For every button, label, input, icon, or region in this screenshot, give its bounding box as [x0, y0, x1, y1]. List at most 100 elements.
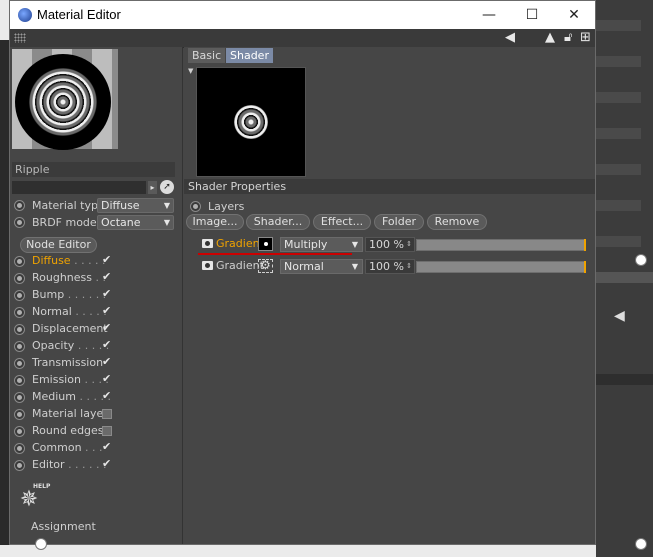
blend-mode-dropdown[interactable]: Normal ▼	[280, 259, 363, 274]
channel-row[interactable]: Diffuse . . . . . ✔	[10, 253, 180, 270]
channel-radio[interactable]	[14, 443, 25, 454]
channel-row[interactable]: Normal . . . . . ✔	[10, 304, 180, 321]
resize-handle[interactable]	[35, 538, 47, 550]
opacity-field[interactable]: 100 % ⇕	[365, 237, 415, 252]
channel-radio[interactable]	[14, 392, 25, 403]
maximize-button[interactable]: ☐	[517, 5, 547, 25]
layer-name[interactable]: Gradient	[216, 259, 264, 272]
checkmark-icon[interactable]: ✔	[102, 441, 112, 452]
visibility-eye-icon[interactable]	[202, 261, 213, 270]
channel-label[interactable]: Emission . . . .	[32, 373, 109, 386]
channel-radio[interactable]	[14, 409, 25, 420]
shader-button[interactable]: Shader...	[246, 214, 310, 230]
resize-handle[interactable]	[635, 254, 647, 266]
material-name-field[interactable]: Ripple	[12, 162, 175, 177]
back-arrow-icon[interactable]: ◀	[505, 30, 515, 46]
layer-row[interactable]: Gradient Normal ▼ 100 % ⇕	[198, 258, 588, 274]
checkmark-icon[interactable]: ✔	[102, 254, 112, 265]
channel-row[interactable]: Round edges	[10, 423, 180, 440]
channel-label[interactable]: Transmission	[32, 356, 103, 369]
opacity-slider[interactable]	[416, 261, 586, 273]
checkmark-icon[interactable]: ✔	[102, 339, 112, 350]
effect-button[interactable]: Effect...	[313, 214, 371, 230]
opacity-slider[interactable]	[416, 239, 586, 251]
close-button[interactable]: ✕	[559, 5, 589, 25]
channel-row[interactable]: Common . . . ✔	[10, 440, 180, 457]
resize-handle[interactable]	[635, 538, 647, 550]
channel-label[interactable]: Roughness . .	[32, 271, 106, 284]
grip-icon[interactable]	[14, 33, 26, 43]
checkmark-icon[interactable]: ✔	[102, 356, 112, 367]
layer-thumbnail-gear-icon[interactable]	[258, 258, 273, 273]
channel-row[interactable]: Material layer	[10, 406, 180, 423]
channel-row[interactable]: Transmission ✔	[10, 355, 180, 372]
channel-radio[interactable]	[14, 426, 25, 437]
channel-label[interactable]: Displacement	[32, 322, 108, 335]
layer-thumbnail[interactable]	[258, 237, 273, 251]
material-type-radio[interactable]	[14, 200, 25, 211]
checkmark-icon[interactable]: ✔	[102, 390, 112, 401]
channel-label[interactable]: Round edges	[32, 424, 104, 437]
assignment-label[interactable]: Assignment	[31, 520, 96, 533]
pick-cursor-icon[interactable]: ➚	[160, 180, 174, 194]
checkmark-icon[interactable]: ✔	[102, 288, 112, 299]
opacity-field[interactable]: 100 % ⇕	[365, 259, 415, 274]
visibility-eye-icon[interactable]	[202, 239, 213, 248]
channel-label[interactable]: Editor . . . . . .	[32, 458, 107, 471]
spinner-icon[interactable]: ⇕	[406, 238, 412, 251]
material-preview[interactable]	[12, 49, 118, 150]
brdf-model-dropdown[interactable]: Octane ▼	[97, 215, 174, 230]
minimize-button[interactable]: —	[474, 5, 504, 25]
node-editor-button[interactable]: Node Editor	[20, 237, 97, 253]
channel-label[interactable]: Medium . . . . .	[32, 390, 111, 403]
path-field[interactable]	[12, 181, 146, 194]
cursor-arrow-icon[interactable]: ▲	[545, 30, 555, 46]
checkmark-icon[interactable]: ✔	[102, 458, 112, 469]
channel-radio[interactable]	[14, 256, 25, 267]
channel-row[interactable]: Bump . . . . . . ✔	[10, 287, 180, 304]
channel-row[interactable]: Displacement ✔	[10, 321, 180, 338]
checkmark-icon[interactable]: ✔	[102, 271, 112, 282]
channel-radio[interactable]	[14, 324, 25, 335]
channel-radio[interactable]	[14, 290, 25, 301]
blend-mode-dropdown[interactable]: Multiply ▼	[280, 237, 363, 252]
slider-handle[interactable]	[584, 239, 586, 251]
channel-row[interactable]: Opacity . . . . . ✔	[10, 338, 180, 355]
lock-icon[interactable]: 🔓︎	[564, 30, 572, 46]
channel-radio[interactable]	[14, 307, 25, 318]
help-icon[interactable]: ✵	[16, 487, 42, 513]
channel-row[interactable]: Emission . . . . ✔	[10, 372, 180, 389]
remove-button[interactable]: Remove	[427, 214, 487, 230]
new-window-icon[interactable]: ⊞	[580, 30, 591, 46]
channel-radio[interactable]	[14, 460, 25, 471]
channel-label[interactable]: Material layer	[32, 407, 108, 420]
spinner-icon[interactable]: ⇕	[406, 260, 412, 273]
channel-row[interactable]: Medium . . . . . ✔	[10, 389, 180, 406]
channel-label[interactable]: Bump . . . . . .	[32, 288, 106, 301]
checkmark-icon[interactable]: ✔	[102, 373, 112, 384]
channel-radio[interactable]	[14, 358, 25, 369]
channel-radio[interactable]	[14, 341, 25, 352]
brdf-model-radio[interactable]	[14, 217, 25, 228]
empty-checkbox[interactable]	[102, 426, 112, 436]
channel-radio[interactable]	[14, 375, 25, 386]
folder-button[interactable]: Folder	[374, 214, 424, 230]
layers-radio[interactable]	[190, 201, 201, 212]
material-type-dropdown[interactable]: Diffuse ▼	[97, 198, 174, 213]
channel-label[interactable]: Diffuse . . . . .	[32, 254, 106, 267]
channel-label[interactable]: Normal . . . . .	[32, 305, 107, 318]
shader-properties-header[interactable]: Shader Properties	[184, 179, 595, 194]
empty-checkbox[interactable]	[102, 409, 112, 419]
channel-row[interactable]: Roughness . . ✔	[10, 270, 180, 287]
layer-name[interactable]: Gradient	[216, 237, 264, 250]
channel-label[interactable]: Opacity . . . . .	[32, 339, 109, 352]
channel-label[interactable]: Common . . .	[32, 441, 103, 454]
checkmark-icon[interactable]: ✔	[102, 322, 112, 333]
back-arrow-icon[interactable]: ◀	[614, 308, 625, 324]
channel-row[interactable]: Editor . . . . . . ✔	[10, 457, 180, 474]
tab-shader[interactable]: Shader	[226, 48, 273, 63]
slider-handle[interactable]	[584, 261, 586, 273]
checkmark-icon[interactable]: ✔	[102, 305, 112, 316]
collapse-triangle-icon[interactable]: ▼	[188, 67, 193, 75]
tab-basic[interactable]: Basic	[188, 48, 226, 63]
